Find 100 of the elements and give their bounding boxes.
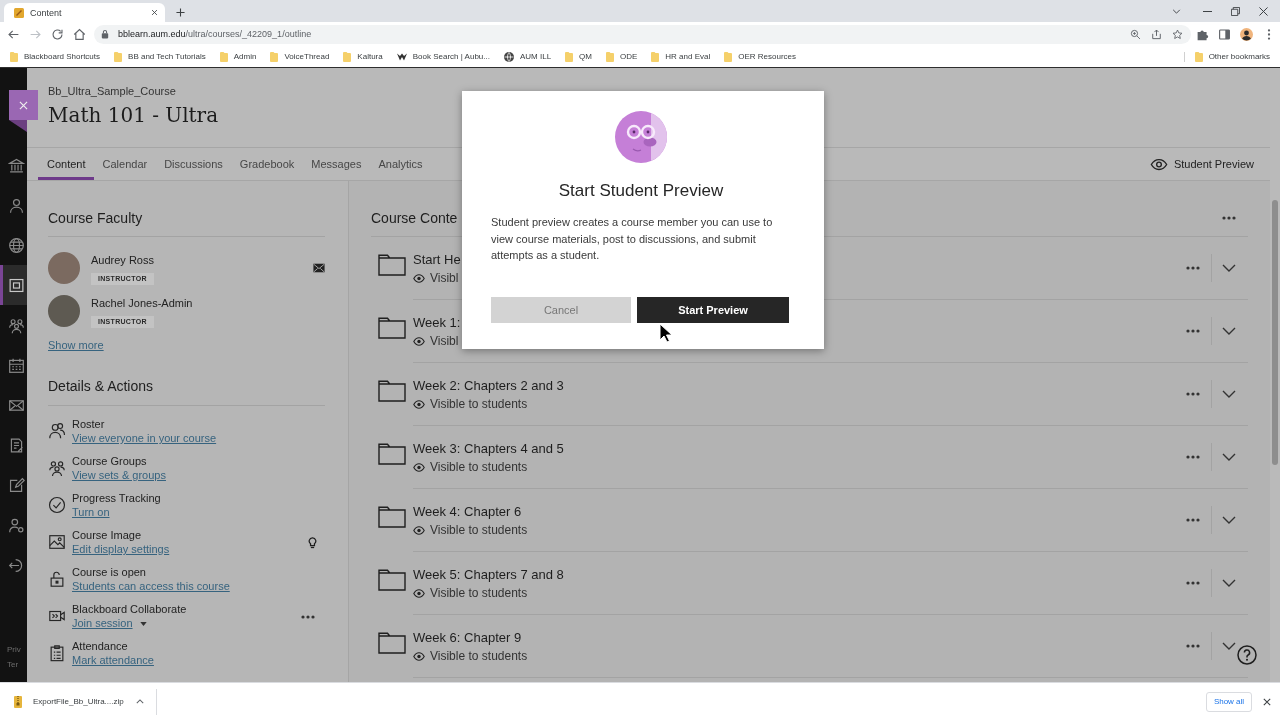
course-tab[interactable]: Messages [302, 148, 370, 180]
content-item-title[interactable]: Week 4: Chapter 6 [413, 503, 522, 521]
chevron-down-icon[interactable] [1222, 264, 1236, 272]
new-tab-icon[interactable] [176, 8, 185, 17]
eye-icon [413, 399, 425, 409]
detail-label: Course Image [72, 528, 142, 542]
faculty-name[interactable]: Audrey Ross [91, 253, 154, 267]
bookmark[interactable]: VoiceThread [270, 51, 330, 62]
browser-tab[interactable]: Content [4, 3, 165, 22]
folder-icon [378, 317, 406, 339]
folder-icon [378, 380, 406, 402]
footer-link[interactable]: Priv [7, 645, 21, 655]
eye-icon [413, 462, 425, 472]
caret-up-icon[interactable] [135, 699, 144, 704]
bookmark[interactable]: Blackboard Shortcuts [10, 51, 101, 62]
folder-icon [378, 443, 406, 465]
confirm-button[interactable]: Start Preview [637, 296, 789, 323]
chevron-down-icon[interactable] [1222, 579, 1236, 587]
folder-icon [378, 569, 406, 591]
content-item-title[interactable]: Start He [413, 251, 461, 269]
content-item-title[interactable]: Week 2: Chapters 2 and 3 [413, 377, 564, 395]
close-icon[interactable] [151, 9, 158, 16]
help-icon[interactable] [1237, 645, 1257, 665]
restore-icon[interactable] [1231, 6, 1240, 16]
faculty-name[interactable]: Rachel Jones-Admin [91, 296, 193, 310]
content-item-title[interactable]: Week 1: [413, 314, 461, 332]
building-icon [8, 156, 25, 174]
content-item-title[interactable]: Week 5: Chapters 7 and 8 [413, 566, 564, 584]
bookmark[interactable]: Admin [219, 51, 257, 62]
chevron-down-icon[interactable] [1222, 453, 1236, 461]
chevron-down-icon[interactable] [1222, 390, 1236, 398]
more-icon[interactable] [1186, 392, 1200, 396]
bookmark[interactable]: AUM ILL [503, 51, 552, 62]
reload-icon[interactable] [51, 27, 64, 41]
folder-icon [378, 506, 406, 528]
bookmark[interactable]: Kaltura [343, 51, 383, 62]
zoom-icon[interactable] [1130, 28, 1141, 40]
scrollbar-thumb[interactable] [1272, 200, 1278, 465]
eye-icon [413, 651, 425, 661]
content-item-title[interactable]: Week 3: Chapters 4 and 5 [413, 440, 564, 458]
more-icon[interactable] [1186, 644, 1200, 648]
more-icon[interactable] [1186, 329, 1200, 333]
close-icon[interactable] [1259, 6, 1268, 16]
course-tab[interactable]: Calendar [93, 148, 156, 180]
zip-file-icon [14, 695, 22, 708]
more-icon[interactable] [1222, 216, 1236, 220]
folder-icon [270, 51, 279, 62]
folder-icon [219, 51, 228, 62]
more-icon[interactable] [1186, 455, 1200, 459]
sidebar-icon[interactable] [1218, 27, 1231, 41]
star-icon[interactable] [1172, 28, 1183, 40]
close-icon[interactable] [1263, 697, 1271, 706]
bookmark[interactable]: QM [565, 51, 592, 62]
chevron-down-icon[interactable] [1222, 642, 1236, 650]
home-icon[interactable] [73, 27, 86, 41]
bookmark[interactable]: Book Search | Aubu... [396, 52, 490, 61]
course-tab[interactable]: Gradebook [230, 148, 303, 180]
eye-icon [413, 525, 425, 535]
edit-icon [8, 476, 25, 494]
lightbulb-icon[interactable] [308, 536, 317, 549]
avatar-photo-placeholder [48, 295, 80, 327]
bookmark[interactable]: ODE [605, 51, 638, 62]
menu-icon[interactable] [1267, 27, 1271, 41]
eye-icon [413, 273, 425, 283]
share-icon[interactable] [1151, 28, 1162, 40]
caret-down-icon[interactable] [139, 621, 147, 626]
folder-icon [114, 51, 123, 62]
more-icon[interactable] [1186, 581, 1200, 585]
wing-logo-icon [396, 52, 407, 61]
section-heading: Details & Actions [48, 378, 154, 394]
message-icon[interactable] [313, 263, 325, 273]
show-all-button[interactable]: Show all [1206, 691, 1252, 712]
bookmark[interactable]: OER Resources [724, 51, 797, 62]
avatar-photo-placeholder [48, 252, 80, 284]
course-tab[interactable]: Analytics [369, 148, 431, 180]
section-heading: Course Conte [371, 209, 458, 227]
globe-icon [503, 51, 514, 62]
bookmark[interactable]: BB and Tech Tutorials [114, 51, 206, 62]
lock-icon[interactable] [101, 29, 109, 39]
chevron-down-icon[interactable] [1222, 516, 1236, 524]
visibility-label: Visible to students [430, 459, 528, 475]
address-bar[interactable]: bblearn.aum.edu/ultra/courses/_42209_1/outline [94, 24, 1191, 44]
more-icon[interactable] [1186, 518, 1200, 522]
more-icon[interactable] [301, 614, 315, 619]
more-icon[interactable] [1186, 266, 1200, 270]
content-item-title[interactable]: Week 6: Chapter 9 [413, 629, 522, 647]
folder-icon [565, 51, 574, 62]
download-file-name[interactable]: ExportFile_Bb_Ultra....zip [33, 697, 124, 706]
student-preview-button[interactable]: Student Preview [1149, 148, 1254, 180]
chevron-down-icon[interactable] [1172, 8, 1181, 14]
profile-avatar-icon[interactable] [1240, 27, 1253, 41]
chevron-down-icon[interactable] [1222, 327, 1236, 335]
favicon-icon [14, 7, 24, 18]
footer-link[interactable]: Ter [7, 660, 19, 670]
bookmark[interactable]: Other bookmarks [1183, 51, 1270, 62]
bookmark[interactable]: HR and Eval [651, 51, 711, 62]
course-tab[interactable]: Discussions [155, 148, 231, 180]
detail-label: Course Groups [72, 454, 147, 468]
section-heading: Course Faculty [48, 210, 143, 226]
dialog-message: Student preview creates a course member you can use to view course materials, post to discussions, and submit attempts as a student. [491, 215, 774, 263]
